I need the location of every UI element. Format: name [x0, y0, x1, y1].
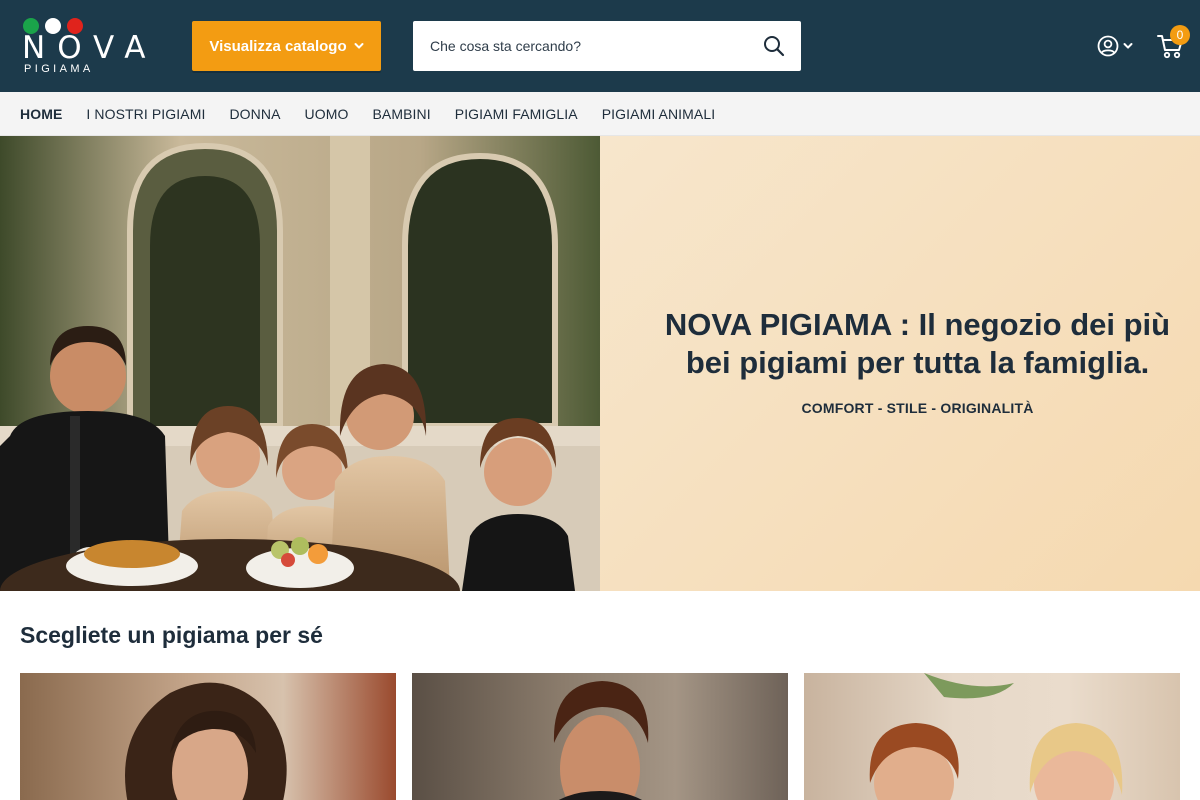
category-card-uomo[interactable]	[412, 673, 788, 800]
catalog-button-label: Visualizza catalogo	[209, 37, 347, 55]
main-nav: HOME I NOSTRI PIGIAMI DONNA UOMO BAMBINI…	[0, 92, 1200, 136]
chevron-down-icon	[354, 43, 364, 49]
nav-item-donna[interactable]: DONNA	[229, 106, 280, 122]
nav-item-uomo[interactable]: UOMO	[305, 106, 349, 122]
woman-photo	[125, 682, 287, 800]
search-bar	[413, 21, 801, 71]
family-pajamas-illustration	[0, 136, 600, 591]
category-card-donna[interactable]	[20, 673, 396, 800]
chevron-down-icon	[1123, 43, 1133, 49]
hero-title: NOVA PIGIAMA : Il negozio dei più bei pi…	[664, 307, 1171, 380]
section-title: Scegliete un pigiama per sé	[20, 622, 323, 648]
category-card-bambini[interactable]	[804, 673, 1180, 800]
catalog-button[interactable]: Visualizza catalogo	[192, 21, 381, 71]
logo-word: NOVA	[22, 30, 158, 66]
search-icon[interactable]	[763, 35, 785, 57]
nav-item-i-nostri-pigiami[interactable]: I NOSTRI PIGIAMI	[86, 106, 205, 122]
nova-pigiama-logo[interactable]: NOVA PIGIAMA	[22, 16, 162, 76]
hero-family-photo[interactable]	[0, 136, 600, 591]
hero-banner: NOVA PIGIAMA : Il negozio dei più bei pi…	[0, 136, 1200, 591]
user-circle-icon	[1097, 35, 1119, 57]
account-button[interactable]	[1096, 34, 1136, 58]
nav-item-bambini[interactable]: BAMBINI	[372, 106, 430, 122]
category-cards	[20, 673, 1180, 800]
nav-item-pigiami-animali[interactable]: PIGIAMI ANIMALI	[602, 106, 716, 122]
hero-text-panel: NOVA PIGIAMA : Il negozio dei più bei pi…	[600, 136, 1200, 591]
nav-item-pigiami-famiglia[interactable]: PIGIAMI FAMIGLIA	[455, 106, 578, 122]
nav-item-home[interactable]: HOME	[20, 106, 62, 122]
children-photo	[869, 673, 1123, 800]
search-input[interactable]	[413, 21, 733, 71]
hero-subtitle: COMFORT - STILE - ORIGINALITÀ	[801, 400, 1034, 416]
logo-subword: PIGIAMA	[24, 63, 94, 75]
man-photo	[553, 681, 649, 800]
cart-count-badge: 0	[1170, 25, 1190, 45]
top-header: NOVA PIGIAMA Visualizza catalogo 0	[0, 0, 1200, 92]
